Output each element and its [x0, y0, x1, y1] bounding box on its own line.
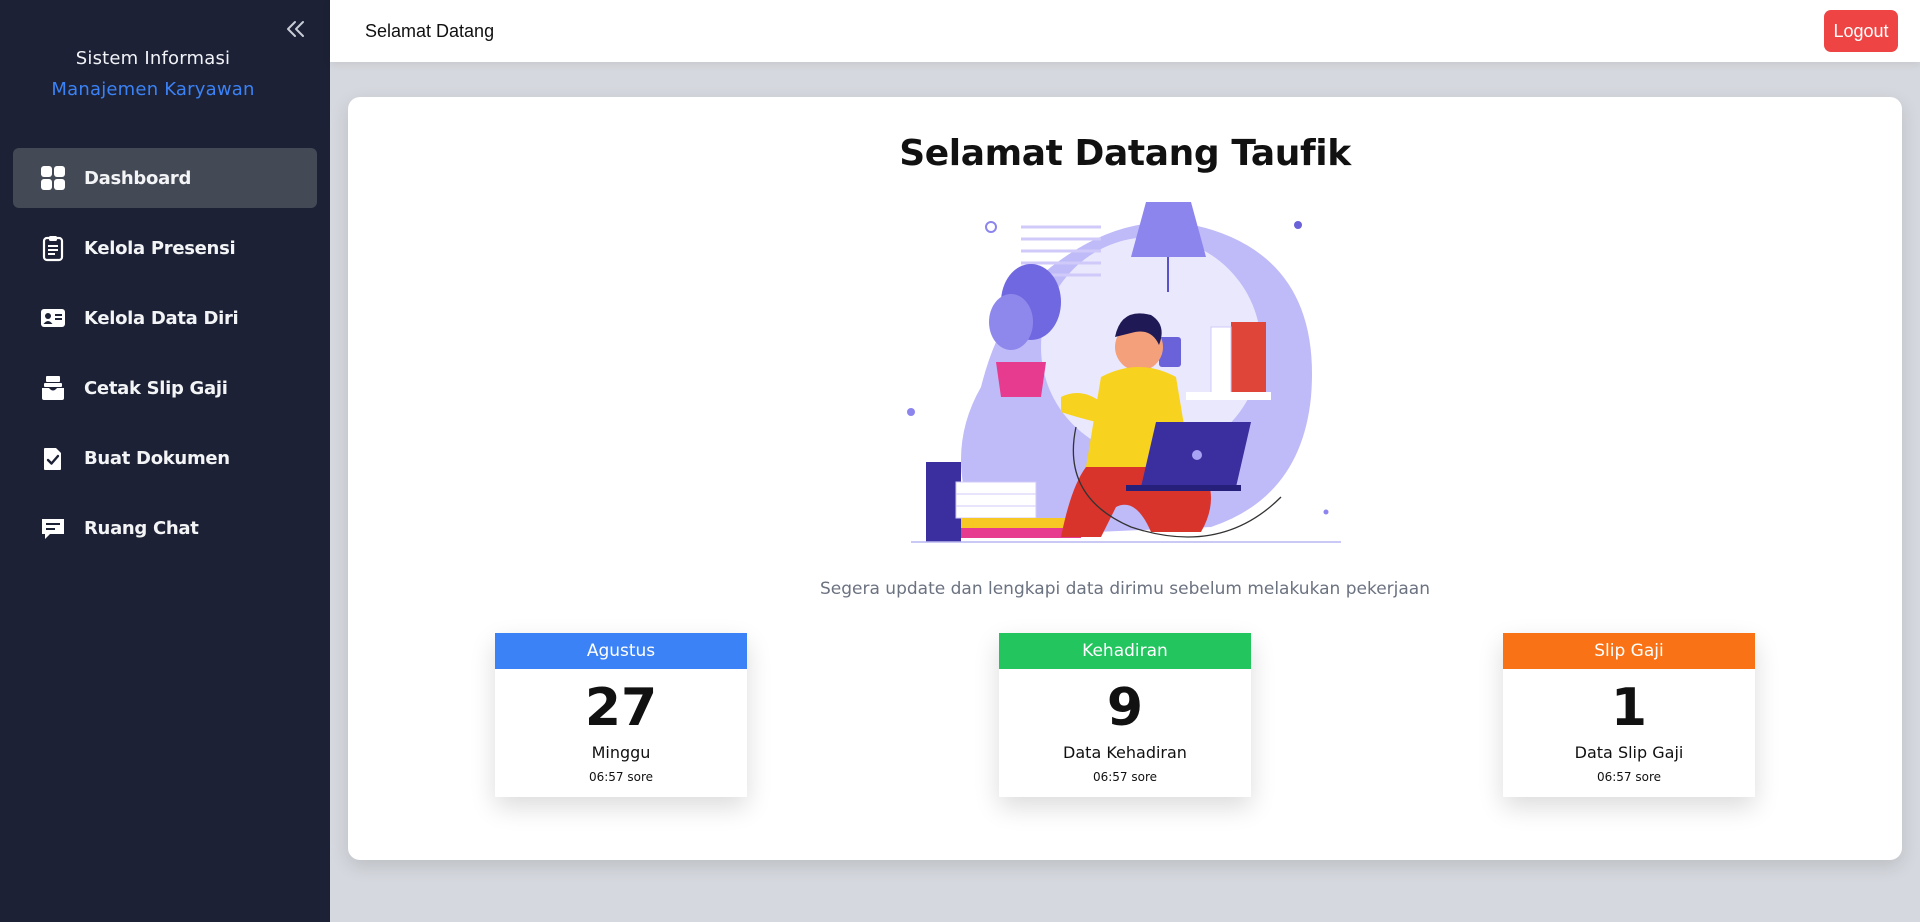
stat-card-value: 1: [1610, 678, 1648, 738]
stat-card-time: 06:57 sore: [588, 770, 654, 784]
welcome-heading: Selamat Datang Taufik: [899, 133, 1351, 174]
document-check-icon: [39, 444, 67, 472]
id-card-icon: [39, 304, 67, 332]
stat-card-header: Agustus: [495, 633, 747, 669]
stat-card-attendance: Kehadiran 9 Data Kehadiran 06:57 sore: [999, 633, 1251, 797]
chat-icon: [39, 514, 67, 542]
grid-icon: [39, 164, 67, 192]
collapse-sidebar-icon[interactable]: [282, 14, 308, 44]
stat-card-label: Data Slip Gaji: [1574, 743, 1684, 762]
sidebar-item-label: Buat Dokumen: [84, 447, 230, 469]
stat-card-label: Minggu: [591, 743, 651, 762]
top-bar: Selamat Datang Logout: [330, 0, 1920, 62]
sidebar-item-kelola-presensi[interactable]: Kelola Presensi: [13, 218, 317, 278]
brand: Sistem Informasi Manajemen Karyawan: [0, 48, 306, 100]
stat-card-value: 9: [1106, 678, 1144, 738]
clipboard-icon: [39, 234, 67, 262]
sidebar-item-dashboard[interactable]: Dashboard: [13, 148, 317, 208]
stat-card-payslip: Slip Gaji 1 Data Slip Gaji 06:57 sore: [1503, 633, 1755, 797]
stat-card-time: 06:57 sore: [1596, 770, 1662, 784]
stat-card-time: 06:57 sore: [1092, 770, 1158, 784]
sidebar: Sistem Informasi Manajemen Karyawan Dash…: [0, 0, 330, 922]
welcome-illustration: [901, 197, 1351, 552]
sidebar-nav: Dashboard Kelola Presensi Kelola Data Di…: [13, 148, 317, 568]
brand-title: Sistem Informasi: [75, 48, 231, 69]
sidebar-item-label: Dashboard: [84, 167, 192, 189]
sidebar-item-label: Cetak Slip Gaji: [84, 377, 228, 399]
stat-card-header: Slip Gaji: [1503, 633, 1755, 669]
sidebar-item-kelola-data-diri[interactable]: Kelola Data Diri: [13, 288, 317, 348]
sidebar-item-label: Kelola Presensi: [84, 237, 236, 259]
sidebar-item-label: Kelola Data Diri: [84, 307, 239, 329]
inbox-icon: [39, 374, 67, 402]
stat-card-header: Kehadiran: [999, 633, 1251, 669]
dashboard-card: Selamat Datang Taufik Segera update dan …: [348, 97, 1902, 860]
logout-button[interactable]: Logout: [1824, 10, 1898, 52]
page-title: Selamat Datang: [365, 21, 495, 41]
brand-subtitle: Manajemen Karyawan: [51, 79, 255, 100]
sidebar-item-ruang-chat[interactable]: Ruang Chat: [13, 498, 317, 558]
sidebar-item-buat-dokumen[interactable]: Buat Dokumen: [13, 428, 317, 488]
stat-card-label: Data Kehadiran: [1063, 743, 1187, 762]
sidebar-item-cetak-slip-gaji[interactable]: Cetak Slip Gaji: [13, 358, 317, 418]
stat-card-week: Agustus 27 Minggu 06:57 sore: [495, 633, 747, 797]
sidebar-item-label: Ruang Chat: [84, 517, 199, 539]
stat-card-value: 27: [584, 678, 658, 738]
update-reminder-text: Segera update dan lengkapi data dirimu s…: [820, 579, 1430, 599]
